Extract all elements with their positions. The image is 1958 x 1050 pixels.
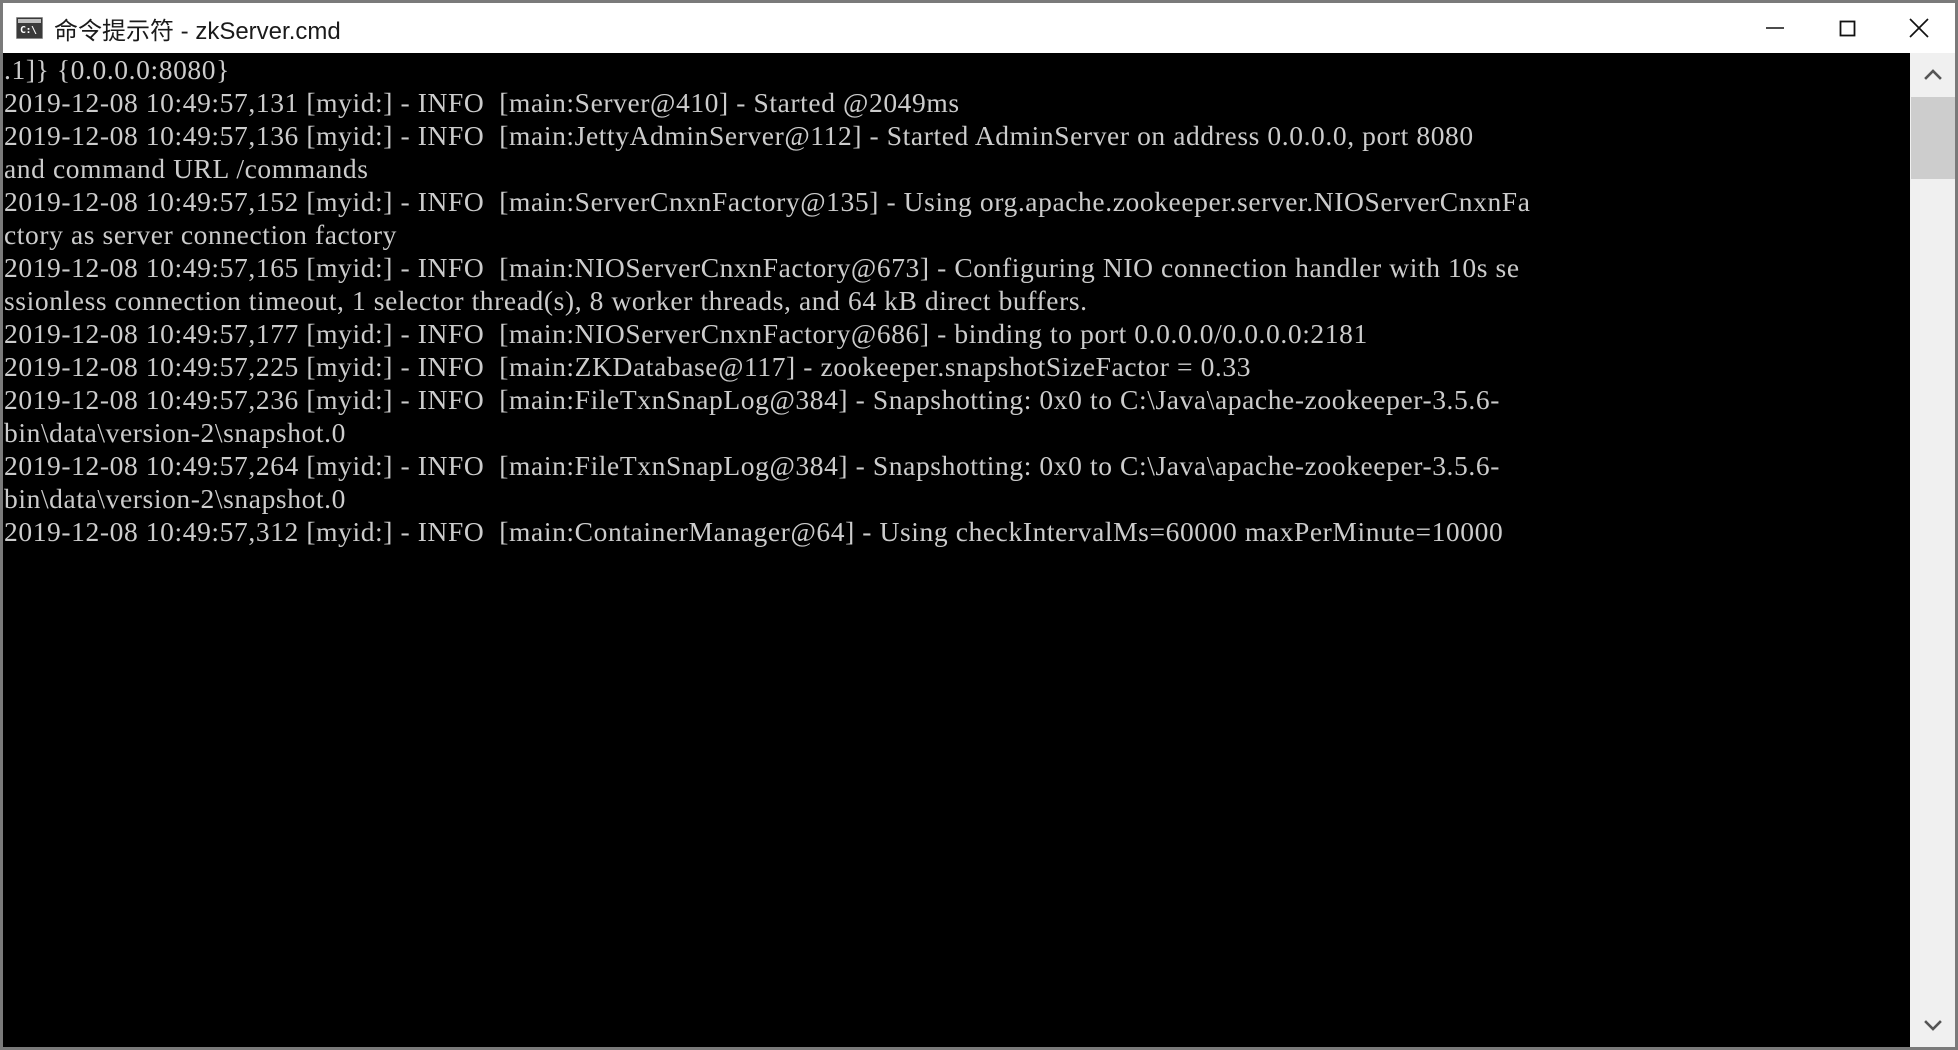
console-line: 2019-12-08 10:49:57,136 [myid:] - INFO [… <box>4 120 1474 151</box>
vertical-scrollbar[interactable] <box>1910 53 1955 1047</box>
scroll-down-arrow-icon[interactable] <box>1911 1003 1955 1047</box>
window-title: 命令提示符 - zkServer.cmd <box>54 17 341 45</box>
console-text: .1]} {0.0.0.0:8080} 2019-12-08 10:49:57,1… <box>3 53 1910 548</box>
console-line: 2019-12-08 10:49:57,152 [myid:] - INFO [… <box>4 186 1531 217</box>
console-line: 2019-12-08 10:49:57,236 [myid:] - INFO [… <box>4 384 1500 415</box>
minimize-button[interactable] <box>1739 3 1811 53</box>
cmd-icon-prompt-text: C:\ <box>20 25 37 36</box>
console-line: 2019-12-08 10:49:57,177 [myid:] - INFO [… <box>4 318 1368 349</box>
scroll-up-arrow-icon[interactable] <box>1911 53 1955 97</box>
console-line: bin\data\version-2\snapshot.0 <box>4 483 347 514</box>
console-line: 2019-12-08 10:49:57,264 [myid:] - INFO [… <box>4 450 1500 481</box>
console-area: .1]} {0.0.0.0:8080} 2019-12-08 10:49:57,1… <box>3 53 1955 1047</box>
window-controls <box>1739 3 1955 53</box>
console-line: ctory as server connection factory <box>4 219 398 250</box>
close-button[interactable] <box>1883 3 1955 53</box>
scroll-thumb[interactable] <box>1911 97 1955 179</box>
title-bar-left: C:\ 命令提示符 - zkServer.cmd <box>3 11 341 46</box>
console-line: 2019-12-08 10:49:57,165 [myid:] - INFO [… <box>4 252 1520 283</box>
console-line: .1]} {0.0.0.0:8080} <box>4 54 230 85</box>
cmd-console-icon: C:\ <box>16 17 43 39</box>
command-prompt-window: C:\ 命令提示符 - zkServer.cmd .1]} {0.0.0.0:8… <box>0 0 1958 1050</box>
maximize-button[interactable] <box>1811 3 1883 53</box>
title-bar[interactable]: C:\ 命令提示符 - zkServer.cmd <box>3 3 1955 53</box>
console-output-pane[interactable]: .1]} {0.0.0.0:8080} 2019-12-08 10:49:57,1… <box>3 53 1910 1047</box>
console-line: 2019-12-08 10:49:57,131 [myid:] - INFO [… <box>4 87 960 118</box>
console-line: 2019-12-08 10:49:57,312 [myid:] - INFO [… <box>4 516 1504 547</box>
console-line: ssionless connection timeout, 1 selector… <box>4 285 1088 316</box>
console-line: bin\data\version-2\snapshot.0 <box>4 417 347 448</box>
scrollbar-track[interactable] <box>1911 97 1955 1003</box>
console-line: and command URL /commands <box>4 153 369 184</box>
console-line: 2019-12-08 10:49:57,225 [myid:] - INFO [… <box>4 351 1252 382</box>
